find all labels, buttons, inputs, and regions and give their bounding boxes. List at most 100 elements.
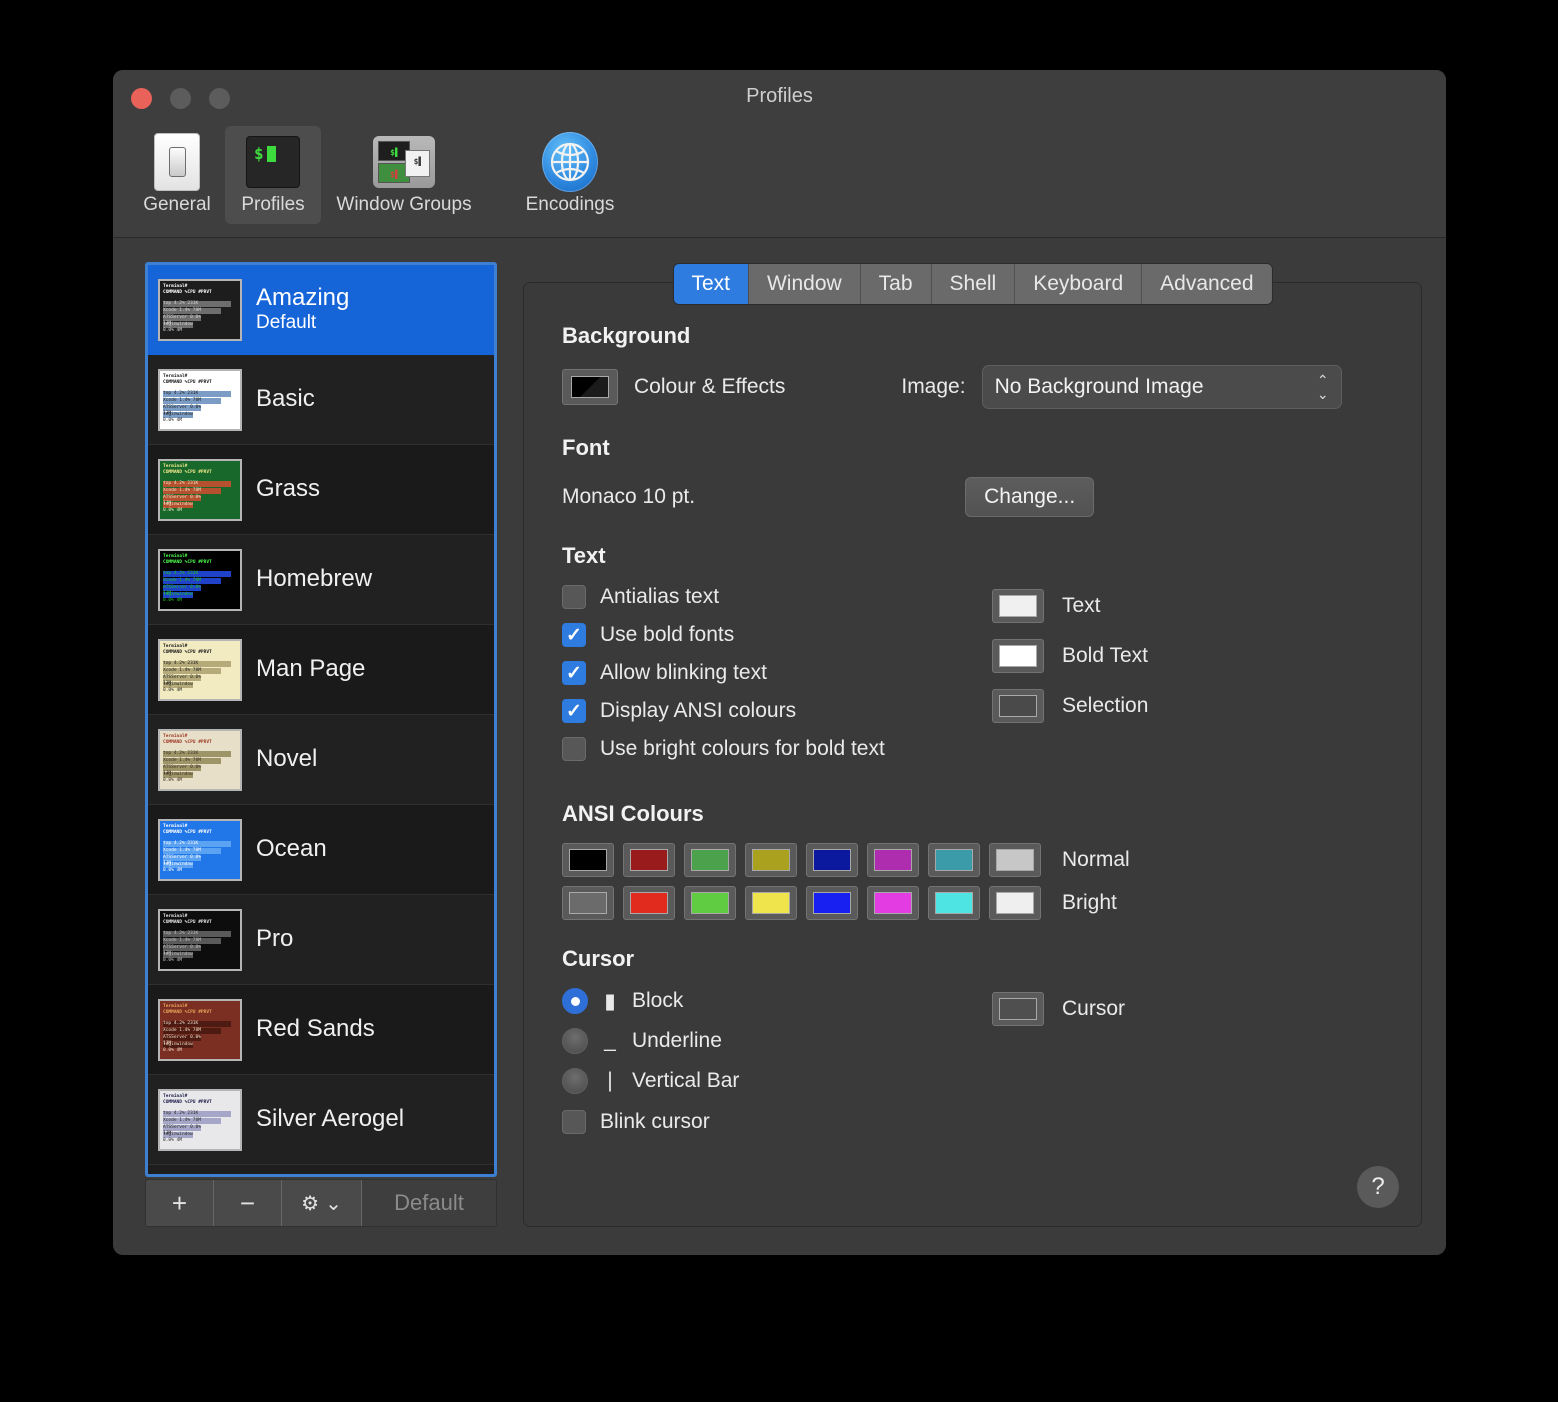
window-group-icon: $▌ $▌ $▌ [325, 132, 483, 192]
ansi-colour-well[interactable] [867, 886, 919, 920]
profile-actions-menu-button[interactable]: ⚙ ⌄ [282, 1180, 362, 1226]
swatch-row: Selection [992, 689, 1148, 723]
checkbox-box[interactable] [562, 623, 586, 647]
checkbox-box[interactable] [562, 661, 586, 685]
toolbar-item-general[interactable]: General [129, 126, 225, 224]
checkbox-box[interactable] [562, 1110, 586, 1134]
ansi-colour-well[interactable] [684, 886, 736, 920]
ansi-colour-well[interactable] [684, 843, 736, 877]
ansi-colour-well[interactable] [928, 886, 980, 920]
tab-tab[interactable]: Tab [860, 264, 932, 304]
ansi-colour-chip [813, 849, 851, 871]
ansi-colour-well[interactable] [806, 843, 858, 877]
ansi-colour-well[interactable] [745, 886, 797, 920]
profile-list-item[interactable]: Terminal# COMMAND %CPU #PRVT top 4.2% 231K… [148, 895, 494, 985]
cursor-shape-icon: _ [604, 1029, 616, 1052]
tab-window[interactable]: Window [748, 264, 861, 304]
ansi-colour-well[interactable] [989, 886, 1041, 920]
background-section-title: Background [562, 323, 691, 348]
ansi-colour-well[interactable] [745, 843, 797, 877]
tab-text[interactable]: Text [673, 264, 749, 304]
checkbox-blink-cursor[interactable]: Blink cursor [562, 1110, 992, 1134]
profile-thumbnail: Terminal# COMMAND %CPU #PRVT top 4.2% 231K… [158, 998, 242, 1061]
radio-underline[interactable]: _ Underline [562, 1028, 992, 1054]
ansi-colour-well[interactable] [867, 843, 919, 877]
toolbar-label-window-groups: Window Groups [336, 194, 472, 215]
profile-name: Homebrew [256, 565, 373, 593]
ansi-colour-chip [569, 892, 607, 914]
radio-block[interactable]: ▮ Block [562, 988, 992, 1014]
add-profile-button[interactable]: + [146, 1180, 214, 1226]
profile-list-item[interactable]: Terminal# COMMAND %CPU #PRVT top 4.2% 231K… [148, 805, 494, 895]
tab-shell[interactable]: Shell [931, 264, 1016, 304]
profile-list-item[interactable]: Terminal# COMMAND %CPU #PRVT top 4.2% 231K… [148, 715, 494, 805]
ansi-row-normal: Normal [562, 843, 1385, 877]
profile-thumbnail: Terminal# COMMAND %CPU #PRVT top 4.2% 231K… [158, 728, 242, 791]
ansi-colour-chip [752, 892, 790, 914]
toolbar-item-encodings[interactable]: Encodings [487, 126, 653, 224]
set-default-button[interactable]: Default [362, 1180, 496, 1226]
profile-list-item[interactable]: Terminal# COMMAND %CPU #PRVT top 4.2% 231K… [148, 625, 494, 715]
profile-list-item[interactable]: Terminal# COMMAND %CPU #PRVT top 4.2% 231K… [148, 535, 494, 625]
remove-profile-button[interactable]: − [214, 1180, 282, 1226]
stepper-chevrons-icon: ⌃ ⌄ [1316, 372, 1329, 402]
cursor-colour-well[interactable] [992, 992, 1044, 1026]
profile-list-item[interactable]: Terminal# COMMAND %CPU #PRVT top 4.2% 231K… [148, 1075, 494, 1165]
swatch-row: Bold Text [992, 639, 1148, 673]
checkbox-use-bright-colours-for-bold-text[interactable]: Use bright colours for bold text [562, 737, 992, 761]
radio-vertical-bar[interactable]: | Vertical Bar [562, 1068, 992, 1094]
checkbox-display-ansi-colours[interactable]: Display ANSI colours [562, 699, 992, 723]
ansi-colour-chip [935, 892, 973, 914]
background-image-select[interactable]: No Background Image ⌃ ⌄ [981, 365, 1342, 409]
colour-chip [999, 595, 1037, 617]
preferences-window: Profiles General $ Profiles $▌ $▌ $▌ Win… [113, 70, 1446, 1255]
checkbox-box[interactable] [562, 585, 586, 609]
checkbox-antialias-text[interactable]: Antialias text [562, 585, 992, 609]
profile-name: Silver Aerogel [256, 1105, 405, 1133]
profile-thumbnail: Terminal# COMMAND %CPU #PRVT top 4.2% 231K… [158, 1088, 242, 1151]
radio-dot[interactable] [562, 988, 588, 1014]
profile-list-item[interactable]: Terminal# COMMAND %CPU #PRVT top 4.2% 231K… [148, 355, 494, 445]
ansi-colour-well[interactable] [623, 886, 675, 920]
colour-chip [999, 645, 1037, 667]
colour-chip [999, 695, 1037, 717]
tab-keyboard[interactable]: Keyboard [1015, 264, 1143, 304]
tab-advanced[interactable]: Advanced [1142, 264, 1272, 304]
radio-label: Block [632, 989, 684, 1012]
text-checkbox-group: Antialias text Use bold fonts Allow blinki… [562, 585, 992, 775]
profile-list-item[interactable]: Terminal# COMMAND %CPU #PRVT top 4.2% 231K… [148, 445, 494, 535]
checkbox-label: Antialias text [600, 585, 720, 608]
colour-well-selection[interactable] [992, 689, 1044, 723]
checkbox-box[interactable] [562, 737, 586, 761]
checkbox-box[interactable] [562, 699, 586, 723]
change-font-button[interactable]: Change... [965, 477, 1095, 517]
settings-panel: Text Window Tab Shell Keyboard Advanced Backg… [523, 263, 1422, 1227]
profile-list[interactable]: Terminal# COMMAND %CPU #PRVT top 4.2% 231K… [145, 262, 497, 1177]
radio-label: Underline [632, 1029, 722, 1052]
ansi-colour-well[interactable] [562, 886, 614, 920]
background-colour-well[interactable] [562, 369, 618, 405]
toolbar-item-window-groups[interactable]: $▌ $▌ $▌ Window Groups [321, 126, 487, 224]
radio-dot[interactable] [562, 1068, 588, 1094]
ansi-colour-chip [630, 892, 668, 914]
font-value: Monaco 10 pt. [562, 485, 696, 508]
colour-well-text[interactable] [992, 589, 1044, 623]
checkbox-use-bold-fonts[interactable]: Use bold fonts [562, 623, 992, 647]
colour-well-bold-text[interactable] [992, 639, 1044, 673]
ansi-colour-well[interactable] [562, 843, 614, 877]
help-button[interactable]: ? [1357, 1166, 1399, 1208]
checkbox-allow-blinking-text[interactable]: Allow blinking text [562, 661, 992, 685]
ansi-colours-section: ANSI Colours Normal Bright [562, 801, 1385, 920]
cursor-colour-chip [999, 998, 1037, 1020]
ansi-colour-chip [691, 892, 729, 914]
ansi-colour-well[interactable] [623, 843, 675, 877]
ansi-colour-well[interactable] [806, 886, 858, 920]
ansi-colour-well[interactable] [989, 843, 1041, 877]
toolbar-item-profiles[interactable]: $ Profiles [225, 126, 321, 224]
text-swatch-group: Text Bold Text Selection [992, 585, 1148, 775]
profile-list-item[interactable]: Terminal# COMMAND %CPU #PRVT top 4.2% 231K… [148, 265, 494, 355]
profile-list-item[interactable]: Terminal# COMMAND %CPU #PRVT top 4.2% 231K… [148, 985, 494, 1075]
ansi-colour-well[interactable] [928, 843, 980, 877]
radio-dot[interactable] [562, 1028, 588, 1054]
profile-name: Novel [256, 745, 318, 773]
